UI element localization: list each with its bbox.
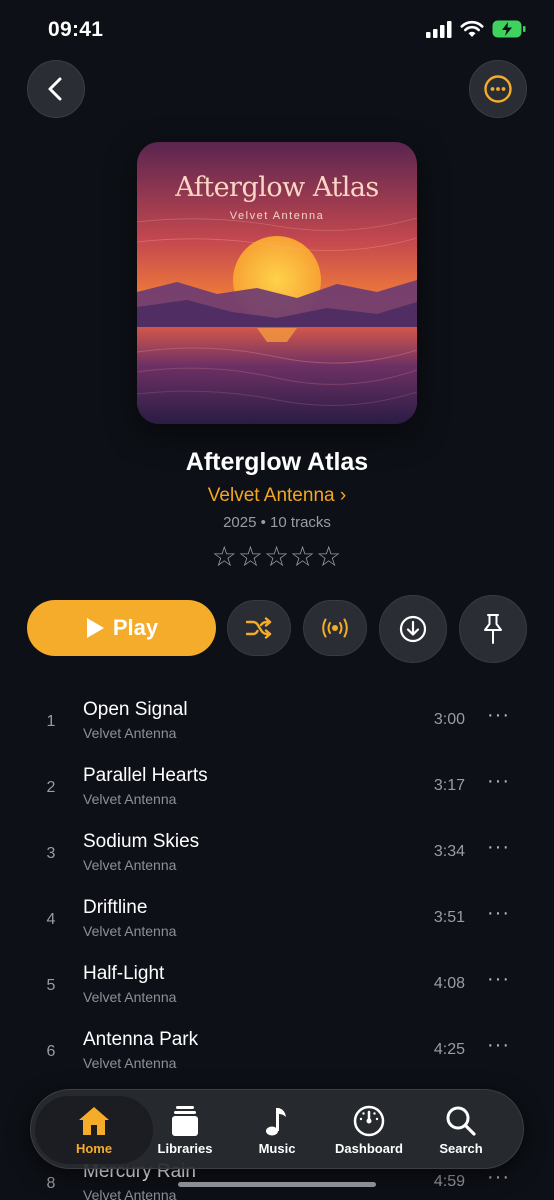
album-title: Afterglow Atlas: [185, 448, 369, 476]
album-cover: Afterglow Atlas Velvet Antenna: [137, 142, 417, 424]
track-artist: Velvet Antenna: [83, 791, 177, 807]
track-row[interactable]: 5 Half-Light Velvet Antenna 4:08 ···: [0, 959, 554, 1025]
track-number: 8: [46, 1175, 56, 1192]
album-meta: 2025 • 10 tracks: [223, 514, 331, 531]
track-row[interactable]: 6 Antenna Park Velvet Antenna 4:25 ···: [0, 1025, 554, 1091]
play-label: Play: [112, 615, 159, 640]
pin-icon: [484, 614, 502, 644]
track-number: 2: [46, 779, 56, 796]
wifi-icon: [460, 20, 484, 37]
track-artist: Velvet Antenna: [83, 857, 177, 873]
play-icon: [86, 618, 104, 638]
music-note-icon: [266, 1107, 286, 1135]
track-duration: 4:08: [433, 975, 465, 992]
track-title: Parallel Hearts: [83, 765, 208, 786]
cover-artist: Velvet Antenna: [229, 210, 325, 222]
tab-dashboard[interactable]: Dashboard: [323, 1096, 415, 1164]
track-more-button[interactable]: ···: [487, 902, 510, 925]
shuffle-button[interactable]: [227, 600, 291, 656]
cover-title: Afterglow Atlas: [175, 172, 379, 203]
pin-button[interactable]: [459, 595, 527, 663]
track-artist: Velvet Antenna: [83, 989, 177, 1005]
tab-music[interactable]: Music: [231, 1096, 323, 1164]
tab-label: Dashboard: [335, 1140, 403, 1156]
track-duration: 3:17: [433, 777, 465, 794]
track-number: 3: [46, 845, 56, 862]
back-button[interactable]: [27, 60, 85, 118]
status-time: 09:41: [48, 18, 104, 41]
track-row[interactable]: 4 Driftline Velvet Antenna 3:51 ···: [0, 893, 554, 959]
track-title: Driftline: [83, 897, 148, 918]
track-number: 4: [46, 911, 56, 928]
track-more-button[interactable]: ···: [487, 836, 510, 859]
tab-label: Search: [439, 1140, 483, 1156]
track-number: 5: [46, 977, 56, 994]
home-icon: [79, 1106, 109, 1135]
track-artist: Velvet Antenna: [83, 1055, 177, 1071]
star-rating[interactable]: ☆☆☆☆☆: [0, 540, 554, 573]
tab-home[interactable]: Home: [35, 1096, 153, 1164]
chevron-left-icon: [48, 77, 62, 101]
track-duration: 3:34: [433, 843, 465, 860]
shuffle-icon: [245, 617, 272, 639]
download-button[interactable]: [379, 595, 447, 663]
gauge-icon: [353, 1105, 385, 1136]
track-more-button[interactable]: ···: [487, 704, 510, 727]
track-title: Half-Light: [83, 963, 165, 984]
libraries-icon: [172, 1105, 198, 1136]
track-artist: Velvet Antenna: [83, 725, 177, 741]
cellular-signal-icon: [426, 20, 452, 38]
track-duration: 4:25: [433, 1041, 465, 1058]
track-number: 1: [46, 713, 56, 730]
track-title: Open Signal: [83, 699, 188, 720]
tab-search[interactable]: Search: [415, 1096, 507, 1164]
track-number: 6: [46, 1043, 56, 1060]
artist-link[interactable]: Velvet Antenna ›: [0, 485, 554, 507]
track-title: Sodium Skies: [83, 831, 200, 852]
battery-charging-icon: [492, 20, 526, 38]
artist-name: Velvet Antenna: [207, 485, 335, 506]
tab-libraries[interactable]: Libraries: [139, 1096, 231, 1164]
track-row[interactable]: 2 Parallel Hearts Velvet Antenna 3:17 ··…: [0, 761, 554, 827]
status-icons: [426, 20, 526, 38]
track-title: Antenna Park: [83, 1029, 199, 1050]
track-more-button[interactable]: ···: [487, 968, 510, 991]
chevron-right-icon: ›: [339, 485, 347, 506]
track-row[interactable]: 3 Sodium Skies Velvet Antenna 3:34 ···: [0, 827, 554, 893]
download-circle-icon: [399, 615, 427, 643]
ellipsis-circle-icon: [484, 75, 512, 103]
track-artist: Velvet Antenna: [83, 1187, 177, 1200]
radio-button[interactable]: [303, 600, 367, 656]
tab-bar: Home Libraries Music Dashboard Search: [30, 1089, 524, 1169]
tab-label: Libraries: [157, 1140, 213, 1156]
search-icon: [446, 1106, 476, 1136]
play-button[interactable]: Play: [27, 600, 216, 656]
track-more-button[interactable]: ···: [487, 770, 510, 793]
more-options-button[interactable]: [469, 60, 527, 118]
track-duration: 3:51: [433, 909, 465, 926]
tab-label: Music: [258, 1140, 296, 1156]
tab-label: Home: [75, 1140, 113, 1156]
track-more-button[interactable]: ···: [487, 1034, 510, 1057]
track-artist: Velvet Antenna: [83, 923, 177, 939]
track-more-button[interactable]: ···: [487, 1166, 510, 1189]
track-duration: 4:59: [433, 1173, 465, 1190]
home-indicator: [178, 1182, 376, 1187]
status-bar: 09:41: [0, 0, 554, 60]
broadcast-icon: [322, 618, 348, 638]
track-row[interactable]: 1 Open Signal Velvet Antenna 3:00 ···: [0, 695, 554, 761]
track-duration: 3:00: [433, 711, 465, 728]
